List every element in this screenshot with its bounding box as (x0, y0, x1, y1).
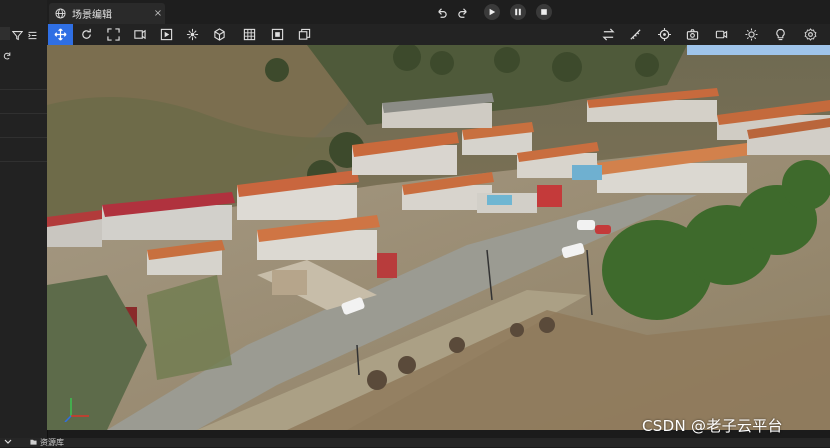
snap-tool-icon[interactable] (265, 24, 290, 45)
expand-icon[interactable] (4, 438, 13, 446)
toolbar (47, 24, 830, 46)
panel-row[interactable] (0, 66, 47, 90)
camera-icon[interactable] (680, 24, 705, 45)
scale-tool-icon[interactable] (101, 24, 126, 45)
move-tool-icon[interactable] (48, 24, 73, 45)
scene-viewport[interactable] (47, 45, 830, 430)
panel-row[interactable] (0, 90, 47, 114)
grid-tool-icon[interactable] (237, 24, 262, 45)
scene-render (47, 45, 830, 430)
axis-gizmo-icon (63, 392, 93, 423)
panel-tab[interactable] (0, 27, 10, 40)
layers-tool-icon[interactable] (292, 24, 317, 45)
settings-icon[interactable] (798, 24, 823, 45)
stop-icon[interactable] (536, 4, 552, 20)
swap-icon[interactable] (596, 24, 621, 45)
transform-tool-icon[interactable] (127, 24, 152, 45)
play-icon[interactable] (484, 4, 500, 20)
video-icon[interactable] (709, 24, 734, 45)
collapse-icon[interactable] (25, 28, 39, 42)
redo-icon[interactable] (457, 5, 471, 19)
assets-label[interactable]: 资源库 (40, 437, 64, 448)
close-icon[interactable]: × (151, 8, 165, 19)
left-panel (0, 0, 48, 447)
frame-tool-icon[interactable] (154, 24, 179, 45)
target-icon[interactable] (652, 24, 677, 45)
watermark: CSDN @老子云平台 (642, 417, 783, 435)
rotate-tool-icon[interactable] (74, 24, 99, 45)
tab-title: 场景编辑 (72, 10, 112, 21)
sky (687, 45, 830, 55)
globe-icon (55, 8, 66, 19)
cube-tool-icon[interactable] (207, 24, 232, 45)
tab-bar: 场景编辑 × (47, 0, 830, 25)
folder-icon (30, 438, 37, 445)
refresh-icon[interactable] (0, 49, 14, 63)
panel-row[interactable] (0, 138, 47, 162)
ruler-icon[interactable] (623, 24, 648, 45)
bulb-icon[interactable] (768, 24, 793, 45)
anchor-tool-icon[interactable] (180, 24, 205, 45)
sun-icon[interactable] (739, 24, 764, 45)
status-bar: 资源库 (0, 438, 830, 447)
undo-icon[interactable] (435, 5, 449, 19)
pause-icon[interactable] (510, 4, 526, 20)
panel-row[interactable] (0, 114, 47, 138)
tab-scene-edit[interactable]: 场景编辑 × (49, 3, 165, 24)
filter-icon[interactable] (10, 28, 24, 42)
